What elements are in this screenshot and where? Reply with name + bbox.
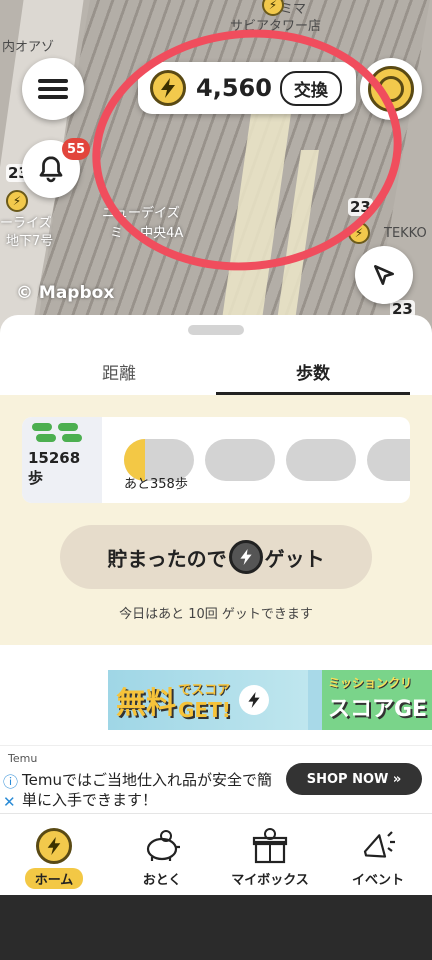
- map-label: 地下7号: [6, 234, 54, 249]
- info-icon[interactable]: ⓘ: [3, 772, 18, 792]
- progress-segment: [205, 439, 275, 481]
- notification-badge: 55: [62, 138, 91, 160]
- map-label: TEKKO: [384, 226, 427, 241]
- steps-panel: 15268 歩 あと358歩 貯まったので ゲット 今日はあと 10回 ゲットで…: [0, 395, 432, 645]
- map-coin-pin-icon[interactable]: ⚡: [6, 190, 28, 212]
- tab-steps[interactable]: 歩数: [216, 353, 410, 395]
- nav-label: イベント: [351, 873, 404, 888]
- megaphone-icon: [363, 831, 395, 858]
- sheet-handle[interactable]: [188, 325, 244, 335]
- bolt-coin-icon: [36, 828, 72, 864]
- hamburger-icon: [38, 75, 68, 103]
- close-icon[interactable]: ✕: [3, 792, 18, 812]
- bottom-sheet: 距離 歩数 15268 歩 あと358歩 貯まったので ゲット 今日はあと 10…: [0, 315, 432, 815]
- bell-icon: [39, 156, 63, 183]
- ad-text: Temuではご当地仕入れ品が安全で簡単に入手できます！: [22, 771, 272, 809]
- tab-distance[interactable]: 距離: [22, 353, 216, 395]
- nav-label: おとく: [142, 873, 182, 888]
- nav-events[interactable]: イベント: [324, 814, 432, 895]
- remaining-today: 今日はあと 10回 ゲットできます: [119, 607, 313, 622]
- gift-box-icon: [252, 828, 288, 864]
- tab-bar: 距離 歩数: [22, 353, 410, 395]
- steps-unit: 歩: [28, 469, 44, 487]
- collect-button-label: 貯まったので: [107, 546, 227, 571]
- steps-count: 15268: [28, 449, 81, 467]
- progress-segment: [367, 439, 410, 481]
- map-label: ーライズ: [0, 216, 52, 231]
- progress-segment: [286, 439, 356, 481]
- current-location-button[interactable]: [355, 246, 413, 304]
- shop-now-button[interactable]: SHOP NOW »: [286, 763, 422, 795]
- ad-brand: Temu: [8, 752, 38, 765]
- bolt-coin-icon: [228, 540, 263, 574]
- nav-mybox[interactable]: マイボックス: [216, 814, 324, 895]
- steps-summary: 15268 歩: [22, 417, 102, 503]
- map-label: 内オアゾ: [2, 40, 55, 55]
- promo-free-score: 無料 でスコア GET!: [108, 670, 308, 730]
- footprints-icon: [28, 423, 96, 445]
- menu-button[interactable]: [22, 58, 84, 120]
- mapbox-attribution[interactable]: © Mapbox: [16, 283, 114, 303]
- promo-get: GET!: [178, 697, 231, 722]
- promo-mission: ミッションクリ スコアGE: [322, 670, 432, 730]
- bolt-icon: [238, 685, 269, 715]
- steps-card: 15268 歩 あと358歩: [22, 417, 410, 503]
- nav-label: マイボックス: [231, 873, 309, 888]
- promo-mission-title: ミッションクリ: [328, 676, 413, 690]
- promo-free: 無料: [116, 686, 176, 721]
- piggy-bank-icon: [146, 830, 180, 861]
- nav-label: ホーム: [24, 868, 84, 889]
- ad-banner[interactable]: Temu ⓘ ✕ Temuではご当地仕入れ品が安全で簡単に入手できます！ SHO…: [0, 745, 432, 813]
- ad-info-close-icons[interactable]: ⓘ ✕: [3, 772, 18, 812]
- promo-mission-sub: スコアGE: [328, 697, 428, 722]
- promo-banner[interactable]: 無料 でスコア GET! ミッションクリ スコアGE: [108, 670, 432, 730]
- nav-deals[interactable]: おとく: [108, 814, 216, 895]
- bottom-nav: ホーム おとく マイボックス イベント: [0, 813, 432, 895]
- navigation-arrow-icon: [374, 265, 394, 285]
- collect-button[interactable]: 貯まったので ゲット: [60, 525, 372, 589]
- remaining-steps: あと358歩: [124, 477, 188, 492]
- collect-button-label: ゲット: [264, 546, 325, 571]
- nav-home[interactable]: ホーム: [0, 814, 108, 895]
- system-bar: [0, 895, 432, 960]
- promo-small: でスコア: [178, 682, 231, 698]
